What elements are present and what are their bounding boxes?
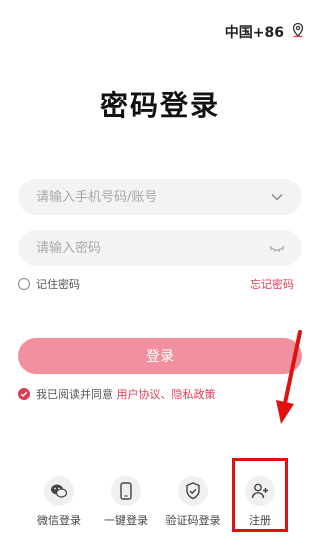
password-field[interactable] <box>18 230 302 266</box>
wechat-login-label: 微信登录 <box>37 514 81 527</box>
remember-password[interactable]: 记住密码 <box>18 276 80 292</box>
wechat-login-option[interactable]: 微信登录 <box>24 476 94 528</box>
remember-checkbox[interactable] <box>18 278 30 290</box>
one-click-login-option[interactable]: 一键登录 <box>91 476 161 528</box>
register-label: 注册 <box>249 514 271 527</box>
page-title: 密码登录 <box>99 89 220 122</box>
sms-login-label: 验证码登录 <box>165 514 221 527</box>
agreement-separator: 、 <box>160 388 172 401</box>
agreement-text: 我已阅读并同意 <box>36 388 113 401</box>
region-label: 中国+86 <box>224 25 284 41</box>
sms-login-option[interactable]: 验证码登录 <box>158 476 228 528</box>
user-agreement-link[interactable]: 用户协议 <box>117 388 161 401</box>
chevron-down-icon[interactable] <box>268 188 286 206</box>
one-click-login-label: 一键登录 <box>104 514 148 527</box>
add-user-icon <box>245 476 275 506</box>
forgot-password-link[interactable]: 忘记密码 <box>250 276 294 292</box>
account-field[interactable] <box>18 179 302 215</box>
remember-label: 记住密码 <box>36 278 80 291</box>
shield-check-icon <box>178 476 208 506</box>
register-option[interactable]: 注册 <box>225 476 295 528</box>
login-button[interactable]: 登录 <box>18 338 302 374</box>
phone-icon <box>111 476 141 506</box>
region-selector[interactable]: 中国+86 <box>225 22 306 42</box>
location-pin-icon <box>290 22 306 42</box>
eye-closed-icon[interactable] <box>268 239 286 257</box>
wechat-icon <box>44 476 74 506</box>
account-input[interactable] <box>34 188 268 206</box>
agreement-checkbox[interactable] <box>18 388 30 400</box>
agreement-row: 我已阅读并同意 用户协议、隐私政策 <box>18 386 216 402</box>
alternative-login-bar: 微信登录 一键登录 验证码登录 注册 <box>0 476 320 536</box>
privacy-policy-link[interactable]: 隐私政策 <box>172 388 216 401</box>
password-input[interactable] <box>34 239 268 257</box>
